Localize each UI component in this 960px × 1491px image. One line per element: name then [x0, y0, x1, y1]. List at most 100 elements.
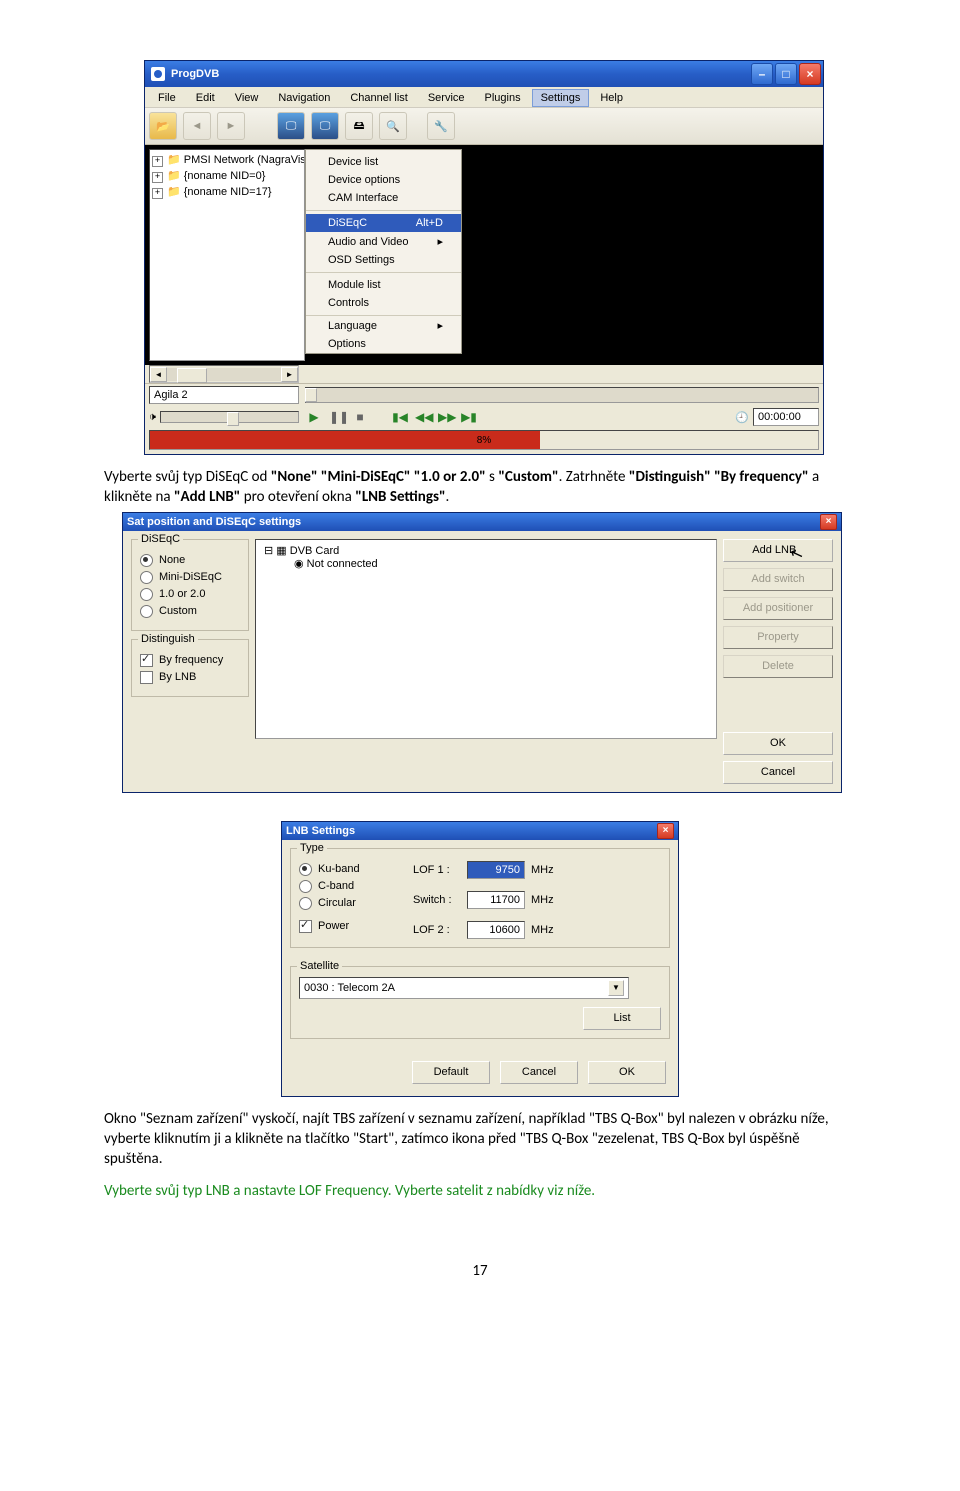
disk-icon[interactable]: 🖴 — [345, 112, 373, 140]
menu-settings[interactable]: Settings — [532, 89, 590, 107]
checkbox-by-lnb[interactable]: By LNB — [140, 671, 240, 684]
tool-icon[interactable]: 🔧 — [427, 112, 455, 140]
monitor2-icon[interactable]: 🖵 — [311, 112, 339, 140]
minimize-button[interactable]: – — [751, 63, 773, 85]
menu-service[interactable]: Service — [419, 89, 474, 107]
menu-view[interactable]: View — [226, 89, 268, 107]
radio-ku-band[interactable]: Ku-band — [299, 863, 399, 876]
tree-item[interactable]: +📁 {noname NID=17} — [152, 184, 302, 200]
video-area: Device listDevice optionsCAM Interface D… — [307, 149, 819, 361]
channel-tree[interactable]: +📁 PMSI Network (NagraVis+📁 {noname NID=… — [149, 149, 305, 361]
radio-circular[interactable]: Circular — [299, 897, 399, 910]
ffwd-button[interactable]: ▶▶ — [438, 410, 454, 424]
menu-item-device-list[interactable]: Device list — [306, 153, 461, 171]
time-display: 00:00:00 — [753, 408, 819, 426]
instruction-paragraph-1: Vyberte svůj typ DiSEqC od "None" "Mini-… — [104, 467, 856, 508]
satellite-combo[interactable]: 0030 : Telecom 2A ▼ — [299, 977, 629, 999]
back-icon[interactable]: ◄ — [183, 112, 211, 140]
add-lnb-button[interactable]: Add LNB↖ — [723, 539, 833, 562]
delete-button: Delete — [723, 655, 833, 678]
type-group: Type Ku-bandC-bandCircular Power LOF 1 :… — [290, 848, 670, 948]
radio-none[interactable]: None — [140, 554, 240, 567]
radio-mini-diseqc[interactable]: Mini-DiSEqC — [140, 571, 240, 584]
menu-channel-list[interactable]: Channel list — [341, 89, 416, 107]
sat-diseqc-window: Sat position and DiSEqC settings × DiSEq… — [122, 512, 842, 793]
status-channel: Agila 2 — [149, 386, 299, 404]
playback-bar: 🕩 ▶ ❚❚ ■ ▮◀ ◀◀ ▶▶ ▶▮ 🕘 00:00:00 — [145, 406, 823, 428]
menu-item-audio-and-video[interactable]: Audio and Video▸ — [306, 232, 461, 251]
default-button[interactable]: Default — [412, 1061, 490, 1084]
device-tree[interactable]: ⊟ ▦ DVB Card ◉ Not connected — [255, 539, 717, 739]
ok-button[interactable]: OK — [588, 1061, 666, 1084]
radio-c-band[interactable]: C-band — [299, 880, 399, 893]
radio-custom[interactable]: Custom — [140, 605, 240, 618]
buffer-progress: 8% — [149, 430, 819, 450]
monitor1-icon[interactable]: 🖵 — [277, 112, 305, 140]
dialog-title: LNB Settings — [286, 825, 355, 837]
close-button[interactable]: × — [799, 63, 821, 85]
dot-icon: ◉ — [294, 558, 304, 570]
menu-item-controls[interactable]: Controls — [306, 294, 461, 312]
prev-track-button[interactable]: ▮◀ — [392, 410, 408, 424]
pause-button[interactable]: ❚❚ — [329, 410, 345, 424]
instruction-paragraph-3: Vyberte svůj typ LNB a nastavte LOF Freq… — [104, 1181, 856, 1201]
menu-item-osd-settings[interactable]: OSD Settings — [306, 251, 461, 269]
dialog-title: Sat position and DiSEqC settings — [127, 516, 301, 528]
tree-item[interactable]: +📁 PMSI Network (NagraVis — [152, 152, 302, 168]
titlebar: ProgDVB – □ × — [145, 61, 823, 87]
lof1-label: LOF 1 : — [413, 864, 461, 876]
menu-item-diseqc[interactable]: DiSEqCAlt+D — [306, 214, 461, 232]
radio-1-0-or-2-0[interactable]: 1.0 or 2.0 — [140, 588, 240, 601]
close-button[interactable]: × — [657, 823, 674, 839]
clock-icon: 🕘 — [735, 411, 749, 424]
cursor-icon: ↖ — [787, 542, 806, 565]
menu-item-language[interactable]: Language▸ — [306, 316, 461, 335]
seek-bar[interactable] — [305, 387, 819, 403]
menu-item-cam-interface[interactable]: CAM Interface — [306, 189, 461, 207]
app-icon — [151, 67, 165, 81]
lof1-input[interactable]: 9750 — [467, 861, 525, 879]
list-button[interactable]: List — [583, 1007, 661, 1030]
rewind-button[interactable]: ◀◀ — [415, 410, 431, 424]
ok-button[interactable]: OK — [723, 732, 833, 755]
property-button: Property — [723, 626, 833, 649]
volume-slider[interactable] — [160, 411, 299, 423]
forward-icon[interactable]: ► — [217, 112, 245, 140]
chevron-down-icon[interactable]: ▼ — [608, 980, 624, 996]
menu-help[interactable]: Help — [591, 89, 632, 107]
cancel-button[interactable]: Cancel — [500, 1061, 578, 1084]
menu-plugins[interactable]: Plugins — [476, 89, 530, 107]
maximize-button[interactable]: □ — [775, 63, 797, 85]
menu-item-module-list[interactable]: Module list — [306, 276, 461, 294]
search-icon[interactable]: 🔍 — [379, 112, 407, 140]
close-button[interactable]: × — [820, 514, 837, 530]
play-button[interactable]: ▶ — [306, 410, 322, 424]
power-checkbox[interactable]: Power — [299, 920, 399, 933]
window-title: ProgDVB — [171, 68, 751, 80]
dialog-titlebar: Sat position and DiSEqC settings × — [123, 513, 841, 531]
page-number: 17 — [104, 1262, 856, 1280]
tree-item[interactable]: +📁 {noname NID=0} — [152, 168, 302, 184]
toolbar: 📂 ◄ ► 🖵 🖵 🖴 🔍 🔧 — [145, 108, 823, 145]
menu-file[interactable]: File — [149, 89, 185, 107]
menu-edit[interactable]: Edit — [187, 89, 224, 107]
lof2-input[interactable]: 10600 — [467, 921, 525, 939]
open-icon[interactable]: 📂 — [149, 112, 177, 140]
menu-item-options[interactable]: Options — [306, 335, 461, 353]
menubar: FileEditViewNavigationChannel listServic… — [145, 87, 823, 108]
button-column: Add LNB↖Add switchAdd positionerProperty… — [723, 539, 833, 784]
menu-item-device-options[interactable]: Device options — [306, 171, 461, 189]
menu-navigation[interactable]: Navigation — [269, 89, 339, 107]
speaker-icon[interactable]: 🕩 — [149, 411, 156, 424]
checkbox-by-frequency[interactable]: By frequency — [140, 654, 240, 667]
tree-hscroll[interactable]: ◄► — [149, 365, 299, 383]
instruction-paragraph-2: Okno "Seznam zařízení" vyskočí, najít TB… — [104, 1109, 856, 1170]
progdvb-window: ProgDVB – □ × FileEditViewNavigationChan… — [144, 60, 824, 455]
cancel-button[interactable]: Cancel — [723, 761, 833, 784]
next-track-button[interactable]: ▶▮ — [461, 410, 477, 424]
stop-button[interactable]: ■ — [352, 410, 368, 424]
switch-input[interactable]: 11700 — [467, 891, 525, 909]
diseqc-group: DiSEqC NoneMini-DiSEqC1.0 or 2.0Custom — [131, 539, 249, 631]
switch-label: Switch : — [413, 894, 461, 906]
add-positioner-button: Add positioner — [723, 597, 833, 620]
